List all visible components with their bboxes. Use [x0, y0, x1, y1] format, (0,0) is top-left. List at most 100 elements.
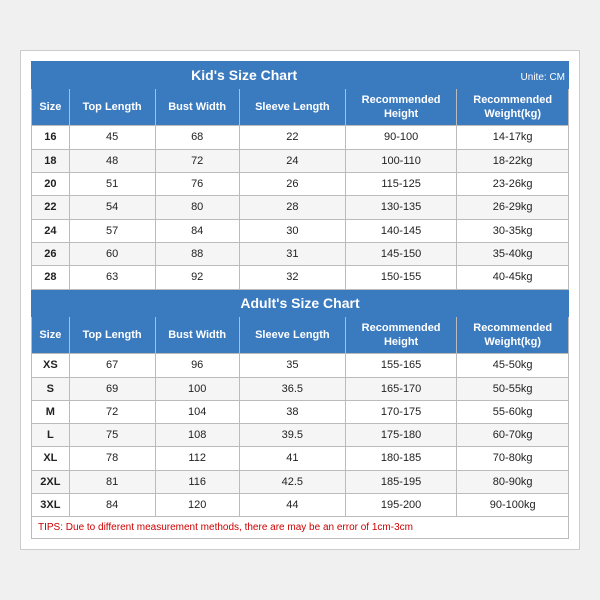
kids-data-cell: 35-40kg: [457, 242, 569, 265]
adults-data-cell: 35: [239, 354, 345, 377]
adults-title: Adult's Size Chart: [32, 289, 569, 316]
adults-data-cell: 175-180: [345, 424, 457, 447]
adults-table-row: XS679635155-16545-50kg: [32, 354, 569, 377]
kids-size-cell: 26: [32, 242, 70, 265]
adults-data-cell: 155-165: [345, 354, 457, 377]
adults-col-top-length: Top Length: [69, 316, 155, 354]
kids-data-cell: 18-22kg: [457, 149, 569, 172]
kids-data-cell: 80: [155, 196, 239, 219]
kids-col-height: RecommendedHeight: [345, 88, 457, 126]
adults-size-cell: XS: [32, 354, 70, 377]
kids-col-sleeve-length: Sleeve Length: [239, 88, 345, 126]
adults-col-size: Size: [32, 316, 70, 354]
adults-table-row: 2XL8111642.5185-19580-90kg: [32, 470, 569, 493]
kids-data-cell: 48: [69, 149, 155, 172]
kids-table-row: 22548028130-13526-29kg: [32, 196, 569, 219]
kids-data-cell: 14-17kg: [457, 126, 569, 149]
size-chart-card: Kid's Size Chart Unite: CM Size Top Leng…: [20, 50, 580, 551]
adults-data-cell: 72: [69, 400, 155, 423]
adults-size-cell: M: [32, 400, 70, 423]
adults-size-cell: 3XL: [32, 494, 70, 517]
adults-col-sleeve-length: Sleeve Length: [239, 316, 345, 354]
kids-data-cell: 115-125: [345, 173, 457, 196]
kids-data-cell: 84: [155, 219, 239, 242]
adults-size-cell: 2XL: [32, 470, 70, 493]
kids-data-cell: 26-29kg: [457, 196, 569, 219]
kids-table-body: 1645682290-10014-17kg18487224100-11018-2…: [32, 126, 569, 289]
kids-col-size: Size: [32, 88, 70, 126]
kids-size-cell: 28: [32, 266, 70, 289]
kids-data-cell: 24: [239, 149, 345, 172]
adults-data-cell: 100: [155, 377, 239, 400]
adults-data-cell: 116: [155, 470, 239, 493]
adults-data-cell: 80-90kg: [457, 470, 569, 493]
kids-col-bust-width: Bust Width: [155, 88, 239, 126]
adults-data-cell: 45-50kg: [457, 354, 569, 377]
kids-data-cell: 76: [155, 173, 239, 196]
kids-table-row: 26608831145-15035-40kg: [32, 242, 569, 265]
adults-data-cell: 39.5: [239, 424, 345, 447]
adults-table-body: XS679635155-16545-50kgS6910036.5165-1705…: [32, 354, 569, 517]
kids-size-cell: 24: [32, 219, 70, 242]
adults-size-cell: L: [32, 424, 70, 447]
kids-size-cell: 16: [32, 126, 70, 149]
adults-data-cell: 36.5: [239, 377, 345, 400]
kids-data-cell: 63: [69, 266, 155, 289]
kids-data-cell: 90-100: [345, 126, 457, 149]
adults-col-weight: RecommendedWeight(kg): [457, 316, 569, 354]
adults-data-cell: 50-55kg: [457, 377, 569, 400]
adults-col-bust-width: Bust Width: [155, 316, 239, 354]
kids-data-cell: 88: [155, 242, 239, 265]
kids-data-cell: 140-145: [345, 219, 457, 242]
kids-size-cell: 22: [32, 196, 70, 219]
kids-table-row: 18487224100-11018-22kg: [32, 149, 569, 172]
kids-data-cell: 30: [239, 219, 345, 242]
kids-data-cell: 22: [239, 126, 345, 149]
adults-data-cell: 185-195: [345, 470, 457, 493]
adults-data-cell: 112: [155, 447, 239, 470]
adults-data-cell: 165-170: [345, 377, 457, 400]
kids-data-cell: 150-155: [345, 266, 457, 289]
adults-header-row: Size Top Length Bust Width Sleeve Length…: [32, 316, 569, 354]
adults-size-cell: XL: [32, 447, 70, 470]
adults-data-cell: 75: [69, 424, 155, 447]
kids-data-cell: 57: [69, 219, 155, 242]
kids-col-top-length: Top Length: [69, 88, 155, 126]
adults-data-cell: 170-175: [345, 400, 457, 423]
kids-data-cell: 45: [69, 126, 155, 149]
adults-data-cell: 60-70kg: [457, 424, 569, 447]
adults-data-cell: 70-80kg: [457, 447, 569, 470]
kids-data-cell: 23-26kg: [457, 173, 569, 196]
adults-data-cell: 38: [239, 400, 345, 423]
kids-data-cell: 145-150: [345, 242, 457, 265]
adults-data-cell: 78: [69, 447, 155, 470]
adults-data-cell: 90-100kg: [457, 494, 569, 517]
kids-data-cell: 100-110: [345, 149, 457, 172]
adults-table-row: XL7811241180-18570-80kg: [32, 447, 569, 470]
adults-data-cell: 44: [239, 494, 345, 517]
adults-data-cell: 120: [155, 494, 239, 517]
kids-title-row: Kid's Size Chart Unite: CM: [32, 61, 569, 88]
adults-table-row: 3XL8412044195-20090-100kg: [32, 494, 569, 517]
adults-table-row: S6910036.5165-17050-55kg: [32, 377, 569, 400]
kids-data-cell: 72: [155, 149, 239, 172]
adults-data-cell: 84: [69, 494, 155, 517]
kids-table-row: 24578430140-14530-35kg: [32, 219, 569, 242]
adults-data-cell: 81: [69, 470, 155, 493]
kids-data-cell: 60: [69, 242, 155, 265]
kids-data-cell: 30-35kg: [457, 219, 569, 242]
adults-table-row: M7210438170-17555-60kg: [32, 400, 569, 423]
kids-data-cell: 92: [155, 266, 239, 289]
kids-size-cell: 20: [32, 173, 70, 196]
kids-data-cell: 51: [69, 173, 155, 196]
adults-data-cell: 195-200: [345, 494, 457, 517]
adults-col-height: RecommendedHeight: [345, 316, 457, 354]
tips-text: TIPS: Due to different measurement metho…: [32, 517, 569, 539]
kids-unit: Unite: CM: [457, 61, 569, 88]
kids-size-cell: 18: [32, 149, 70, 172]
adults-data-cell: 55-60kg: [457, 400, 569, 423]
kids-table-row: 28639232150-15540-45kg: [32, 266, 569, 289]
adults-title-row: Adult's Size Chart: [32, 289, 569, 316]
kids-title: Kid's Size Chart: [32, 61, 457, 88]
kids-table-row: 20517626115-12523-26kg: [32, 173, 569, 196]
